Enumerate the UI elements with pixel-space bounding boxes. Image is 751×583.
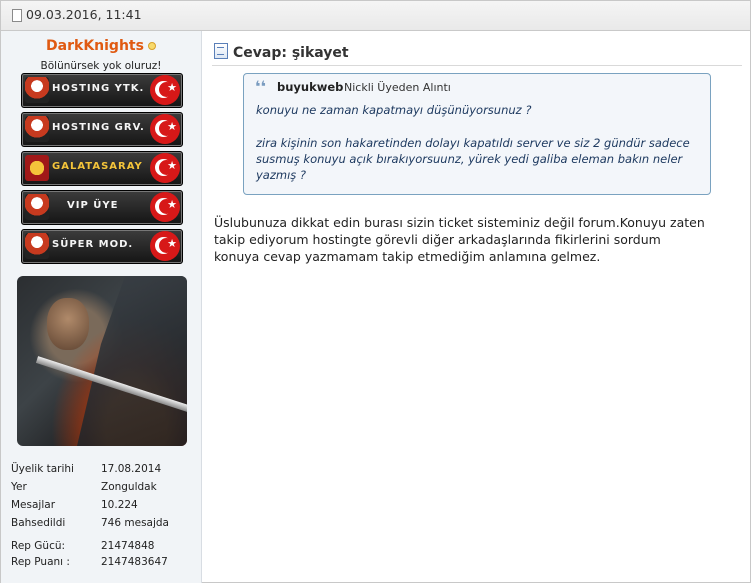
info-rep-points: Rep Puanı : 2147483647 bbox=[11, 556, 168, 568]
mascot-icon bbox=[25, 116, 49, 142]
quote-icon: ❛❛ bbox=[255, 77, 267, 96]
post-header-bar: 09.03.2016, 11:41 bbox=[1, 1, 750, 31]
mascot-icon bbox=[25, 77, 49, 103]
star-icon: ★ bbox=[167, 81, 177, 94]
message-line: konuya cevap yazmamam takip etmediğim an… bbox=[214, 249, 601, 264]
rank-label: SÜPER MOD. bbox=[52, 239, 134, 250]
rank-label: VIP ÜYE bbox=[67, 200, 119, 211]
post-content: Cevap: şikayet ❛❛ buyukweb Nickli Üyeden… bbox=[202, 31, 750, 583]
info-label: Rep Puanı : bbox=[11, 556, 70, 568]
info-posts: Mesajlar 10.224 bbox=[11, 499, 138, 511]
star-icon: ★ bbox=[167, 120, 177, 133]
info-label: Rep Gücü: bbox=[11, 540, 66, 552]
quote-line: yazmış ? bbox=[256, 168, 307, 182]
info-value: 17.08.2014 bbox=[101, 463, 162, 475]
mascot-icon bbox=[25, 194, 49, 220]
user-title: Bölünürsek yok oluruz! bbox=[40, 60, 162, 72]
message-line: Üslubunuza dikkat edin burası sizin tick… bbox=[214, 215, 705, 230]
rank-badge-hosting-grv: HOSTING GRV. ★ bbox=[21, 112, 183, 147]
online-status-icon bbox=[147, 41, 156, 50]
info-value: 10.224 bbox=[101, 499, 138, 511]
quote-line: zira kişinin son hakaretinden dolayı kap… bbox=[256, 136, 690, 150]
rank-label: HOSTING YTK. bbox=[52, 83, 145, 94]
info-label: Mesajlar bbox=[11, 499, 56, 511]
info-value[interactable]: 746 mesajda bbox=[101, 517, 169, 529]
quote-line: konuyu ne zaman kapatmayı düşünüyorsunuz… bbox=[256, 103, 532, 117]
info-label: Yer bbox=[11, 481, 27, 493]
document-icon bbox=[214, 43, 228, 59]
galatasaray-logo-icon bbox=[25, 155, 49, 181]
rank-badge-galatasaray: GALATASARAY ★ bbox=[21, 151, 183, 186]
quote-line: susmuş konuyu açık bırakıyorsuunz, yürek… bbox=[256, 152, 683, 166]
info-value: Zonguldak bbox=[101, 481, 157, 493]
info-label: Üyelik tarihi bbox=[11, 463, 74, 475]
rank-label: HOSTING GRV. bbox=[52, 122, 145, 133]
post-date: 09.03.2016, 11:41 bbox=[26, 7, 142, 22]
title-divider bbox=[212, 65, 742, 66]
info-join-date: Üyelik tarihi 17.08.2014 bbox=[11, 463, 161, 475]
mascot-icon bbox=[25, 233, 49, 259]
rank-label: GALATASARAY bbox=[52, 161, 143, 172]
star-icon: ★ bbox=[167, 198, 177, 211]
quote-suffix: Nickli Üyeden Alıntı bbox=[344, 81, 451, 94]
info-label: Bahsedildi bbox=[11, 517, 66, 529]
info-rep-power: Rep Gücü: 21474848 bbox=[11, 540, 154, 552]
info-location: Yer Zonguldak bbox=[11, 481, 157, 493]
star-icon: ★ bbox=[167, 159, 177, 172]
avatar-face bbox=[47, 298, 89, 350]
post-container: 09.03.2016, 11:41 DarkKnights Bölünürsek… bbox=[0, 0, 751, 583]
post-title: Cevap: şikayet bbox=[233, 45, 349, 61]
avatar-cloak bbox=[77, 276, 187, 446]
username-row: DarkKnights bbox=[1, 35, 201, 54]
user-sidebar: DarkKnights Bölünürsek yok oluruz! HOSTI… bbox=[1, 31, 202, 583]
star-icon: ★ bbox=[167, 237, 177, 250]
rank-badge-super-mod: SÜPER MOD. ★ bbox=[21, 229, 183, 264]
info-value: 21474848 bbox=[101, 540, 155, 552]
user-avatar[interactable] bbox=[17, 276, 187, 446]
quote-author[interactable]: buyukweb bbox=[277, 80, 343, 94]
info-value: 2147483647 bbox=[101, 556, 168, 568]
info-mentions: Bahsedildi 746 mesajda bbox=[11, 517, 169, 529]
rank-badge-hosting-ytk: HOSTING YTK. ★ bbox=[21, 73, 183, 108]
quote-box: ❛❛ buyukweb Nickli Üyeden Alıntı konuyu … bbox=[243, 73, 711, 195]
username-link[interactable]: DarkKnights bbox=[46, 38, 144, 54]
message-line: takip ediyorum hostingte görevli diğer a… bbox=[214, 232, 661, 247]
rank-badge-vip-uye: VIP ÜYE ★ bbox=[21, 190, 183, 225]
post-message: Üslubunuza dikkat edin burası sizin tick… bbox=[214, 214, 739, 265]
post-status-icon bbox=[12, 9, 22, 22]
